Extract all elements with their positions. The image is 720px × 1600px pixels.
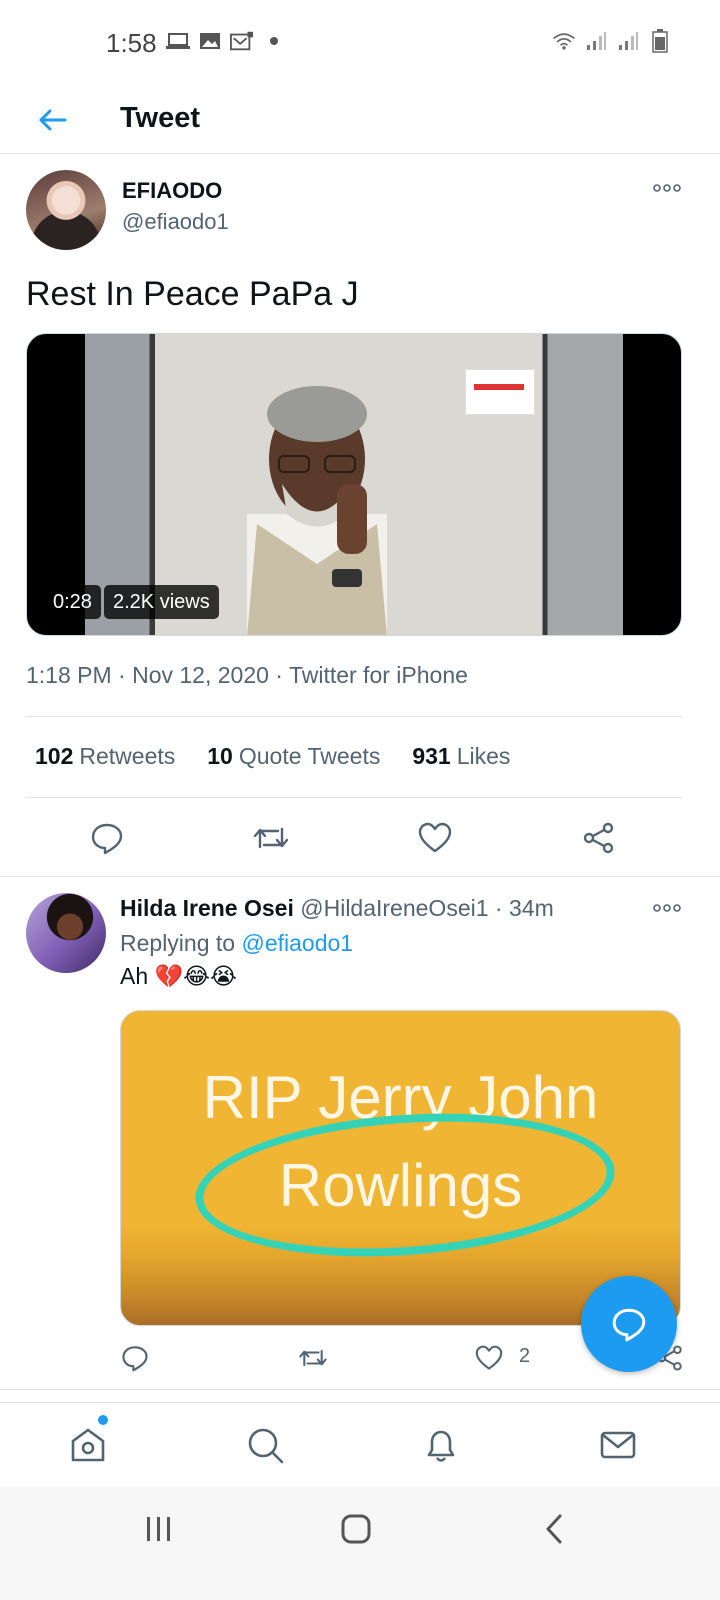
notifications-icon[interactable] xyxy=(419,1423,463,1467)
tweet-meta: 1:18 PM · Nov 12, 2020 · Twitter for iPh… xyxy=(26,662,468,688)
replying-to: Replying to @efiaodo1 xyxy=(120,930,353,957)
back-arrow-icon[interactable] xyxy=(32,100,72,140)
home-icon[interactable] xyxy=(66,1423,110,1467)
tweet-text: Rest In Peace PaPa J xyxy=(26,275,359,313)
retweets-count: 102 xyxy=(35,743,74,769)
reply-timestamp: 34m xyxy=(508,895,554,921)
home-notification-dot xyxy=(98,1415,108,1425)
video-watermark xyxy=(465,369,535,415)
recent-apps-icon[interactable] xyxy=(139,1509,179,1549)
status-time: 1:58 xyxy=(106,28,157,58)
reply-text: Ah 💔😂😭 xyxy=(120,963,237,989)
divider xyxy=(26,797,682,798)
divider xyxy=(0,1389,720,1390)
compose-reply-icon xyxy=(612,1308,646,1342)
video-person-image xyxy=(247,386,387,635)
bottom-nav xyxy=(0,1402,720,1486)
reply-image[interactable]: RIP Jerry John Rowlings xyxy=(120,1010,681,1326)
home-button-icon[interactable] xyxy=(336,1509,376,1549)
status-icons-left xyxy=(166,30,286,52)
author-handle[interactable]: @efiaodo1 xyxy=(122,209,229,235)
status-icons-right xyxy=(552,29,672,53)
replying-to-link[interactable]: @efiaodo1 xyxy=(241,930,353,956)
retweets-label: Retweets xyxy=(79,743,176,769)
system-nav-bar xyxy=(0,1487,720,1600)
quotes-count: 10 xyxy=(207,743,233,769)
tweet-action-bar xyxy=(0,818,720,858)
reply-icon[interactable] xyxy=(87,818,127,858)
like-icon[interactable] xyxy=(415,818,455,858)
author-avatar[interactable] xyxy=(26,170,106,250)
reply-header: Hilda Irene Osei @HildaIreneOsei1 · 34m xyxy=(120,895,554,922)
wifi-icon xyxy=(552,30,576,52)
likes-stat[interactable]: 931 Likes xyxy=(412,743,510,770)
divider xyxy=(26,716,682,717)
author-name[interactable]: EFIAODO xyxy=(122,178,222,204)
battery-icon xyxy=(648,29,672,53)
system-back-icon[interactable] xyxy=(534,1509,574,1549)
share-icon[interactable] xyxy=(579,818,619,858)
like-icon[interactable] xyxy=(469,1338,509,1378)
page-title: Tweet xyxy=(120,102,201,134)
reply-icon[interactable] xyxy=(115,1338,155,1378)
reply-author-avatar[interactable] xyxy=(26,893,106,973)
status-bar: 1:58 xyxy=(0,0,720,88)
likes-count: 931 xyxy=(412,743,451,769)
quote-tweets-stat[interactable]: 10 Quote Tweets xyxy=(207,743,380,770)
compose-reply-button[interactable] xyxy=(581,1276,677,1372)
retweet-icon[interactable] xyxy=(293,1338,333,1378)
video-duration: 0:28 xyxy=(44,585,101,619)
reply-author-name[interactable]: Hilda Irene Osei xyxy=(120,895,294,921)
tweet-stats: 102 Retweets 10 Quote Tweets 931 Likes xyxy=(35,743,510,770)
laptop-icon xyxy=(166,30,190,52)
dot-icon xyxy=(262,30,286,52)
retweet-icon[interactable] xyxy=(251,818,291,858)
video-views: 2.2K views xyxy=(104,585,219,619)
replying-prefix: Replying to xyxy=(120,930,236,956)
reply-separator: · xyxy=(494,895,503,921)
quotes-label: Quote Tweets xyxy=(238,743,381,769)
image-icon xyxy=(198,30,222,52)
reply-like-count: 2 xyxy=(519,1345,531,1367)
more-options-icon[interactable] xyxy=(652,898,682,918)
signal-icon xyxy=(584,30,608,52)
reply-author-handle[interactable]: @HildaIreneOsei1 xyxy=(300,895,488,921)
messages-icon[interactable] xyxy=(596,1423,640,1467)
search-icon[interactable] xyxy=(243,1423,287,1467)
gallery-icon xyxy=(230,30,254,52)
app-header: Tweet xyxy=(0,88,720,154)
more-options-icon[interactable] xyxy=(652,178,682,198)
likes-label: Likes xyxy=(456,743,511,769)
retweets-stat[interactable]: 102 Retweets xyxy=(35,743,175,770)
divider xyxy=(0,876,720,877)
image-text-line2: Rowlings xyxy=(278,1152,523,1219)
signal-icon xyxy=(616,30,640,52)
